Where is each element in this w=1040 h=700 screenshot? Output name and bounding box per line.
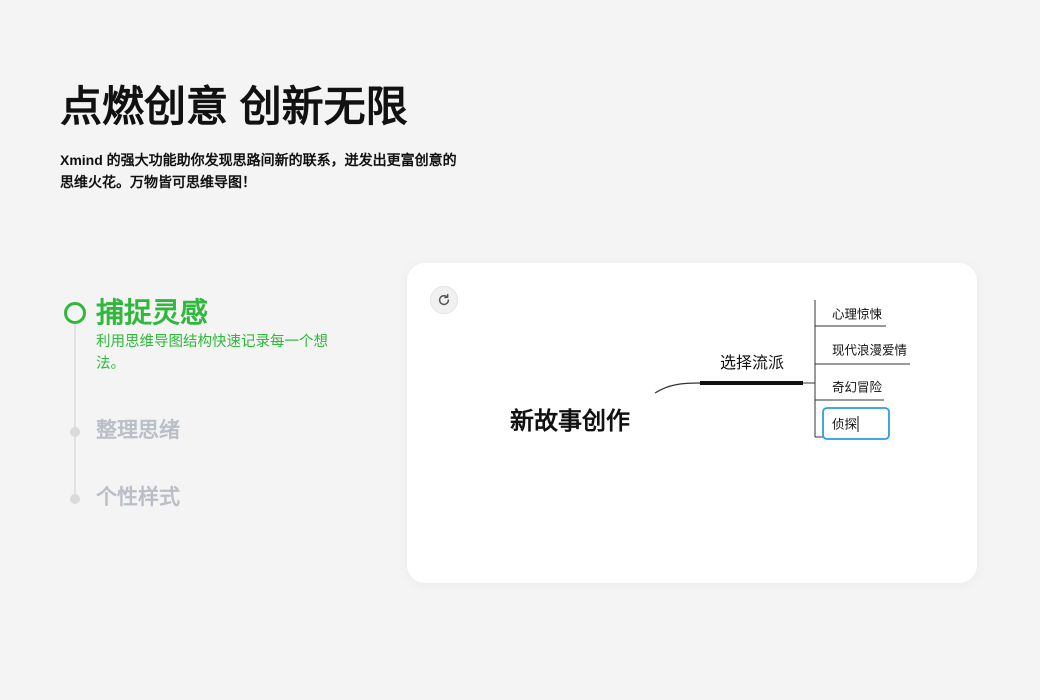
step-active-ring-icon — [64, 302, 86, 324]
hero-title: 点燃创意 创新无限 — [60, 83, 408, 130]
main-branch-topic: 选择流派 — [720, 354, 784, 372]
page: 点燃创意 创新无限 Xmind 的强大功能助你发现思路间新的联系，迸发出更富创意… — [0, 0, 1040, 700]
step-label[interactable]: 个性样式 — [96, 484, 180, 512]
subtopic-node: 奇幻冒险 — [815, 380, 884, 401]
step-label-active[interactable]: 捕捉灵感 — [96, 295, 208, 331]
subtopic-label: 奇幻冒险 — [832, 380, 883, 395]
subtopic-label: 心理惊悚 — [832, 307, 883, 322]
hero-subtitle: Xmind 的强大功能助你发现思路间新的联系，迸发出更富创意的思维火花。万物皆可… — [60, 152, 457, 190]
step-dot-icon — [70, 494, 80, 504]
central-topic: 新故事创作 — [510, 407, 630, 435]
step-dot-icon — [70, 427, 80, 437]
mindmap-demo-card: 新故事创作 选择流派 心理惊悚 现代浪漫爱情 奇幻冒险 侦探 — [407, 263, 977, 583]
subtopic-node: 心理惊悚 — [815, 307, 886, 327]
subtopic-node: 现代浪漫爱情 — [815, 343, 910, 365]
step-description: 利用思维导图结构快速记录每一个想法。 — [96, 334, 328, 372]
subtopic-node-editing: 侦探 — [815, 407, 890, 440]
subtopic-label: 现代浪漫爱情 — [832, 343, 907, 358]
connector-curve — [654, 382, 701, 394]
step-timeline-line — [74, 324, 76, 500]
mindmap-canvas: 新故事创作 选择流派 心理惊悚 现代浪漫爱情 奇幻冒险 侦探 — [510, 300, 910, 440]
subtopic-label: 侦探 — [832, 418, 858, 432]
step-label[interactable]: 整理思绪 — [96, 417, 180, 445]
